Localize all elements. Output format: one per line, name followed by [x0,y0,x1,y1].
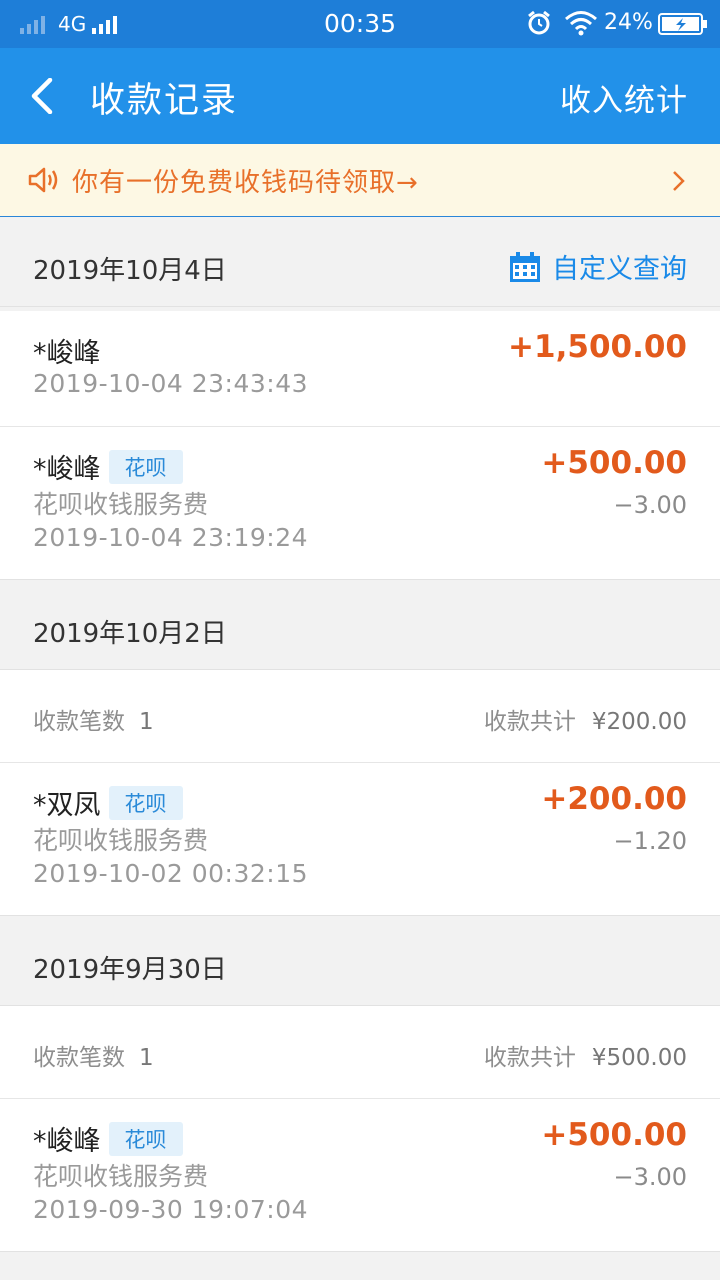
date-label: 2019年10月4日 [33,256,227,286]
payer-name: *峻峰 花呗 [33,447,183,486]
date-header: 2019年9月30日 [0,916,720,1006]
daily-summary: 收款笔数 1 收款共计 ¥200.00 [0,670,720,763]
record-row[interactable]: *峻峰 +1,500.00 2019-10-04 23:43:43 [0,311,720,427]
record-row[interactable]: *双凤 花呗 +200.00 花呗收钱服务费 −1.20 2019-10-02 0… [0,763,720,915]
fee-description: 花呗收钱服务费 [33,490,209,519]
battery-icon [658,13,707,35]
amount: +1,500.00 [508,329,687,365]
wifi-icon [565,11,597,36]
promo-notice-bar[interactable]: 你有一份免费收钱码待领取→ [0,144,720,217]
timestamp: 2019-10-02 00:32:15 [33,859,309,888]
count-summary: 收款笔数 1 [33,709,154,735]
timestamp: 2019-10-04 23:19:24 [33,523,309,552]
record-row[interactable]: *峻峰 花呗 +500.00 花呗收钱服务费 −3.00 2019-10-04 2… [0,427,720,579]
amount: +500.00 [541,1117,687,1153]
count-summary: 收款笔数 1 [33,1045,154,1071]
record-row[interactable]: *峻峰 花呗 +500.00 花呗收钱服务费 −3.00 2019-09-30 1… [0,1099,720,1251]
records-group: 收款笔数 1 收款共计 ¥200.00 *双凤 花呗 +200.00 花呗收钱服务费 … [0,670,720,916]
fee-description: 花呗收钱服务费 [33,1162,209,1191]
date-header: 2019年10月2日 [0,580,720,670]
service-fee: −3.00 [613,491,687,519]
battery-percent: 24% [604,10,653,35]
promo-notice-text: 你有一份免费收钱码待领取→ [72,168,419,198]
custom-query-label: 自定义查询 [552,254,687,285]
service-fee: −3.00 [613,1163,687,1191]
records-group: 收款笔数 1 收款共计 ¥500.00 *峻峰 花呗 +500.00 花呗收钱服务费 … [0,1006,720,1252]
page-title: 收款记录 [90,81,239,121]
records-group: *峻峰 +1,500.00 2019-10-04 23:43:43 *峻峰 花呗 … [0,311,720,580]
custom-query-button[interactable]: 自定义查询 [508,247,687,286]
status-bar: 4G 00:35 24% [0,0,720,48]
huabei-tag: 花呗 [108,786,183,820]
huabei-tag: 花呗 [108,1122,183,1156]
income-statistics-button[interactable]: 收入统计 [560,75,688,120]
speaker-icon [28,167,58,193]
timestamp: 2019-09-30 19:07:04 [33,1195,309,1224]
daily-summary: 收款笔数 1 收款共计 ¥500.00 [0,1006,720,1099]
amount: +200.00 [541,781,687,817]
payer-name: *双凤 花呗 [33,783,183,822]
timestamp: 2019-10-04 23:43:43 [33,369,309,398]
payer-name: *峻峰 花呗 [33,1119,183,1158]
total-summary: 收款共计 ¥200.00 [483,709,687,735]
service-fee: −1.20 [613,827,687,855]
alarm-icon [528,10,550,35]
date-label: 2019年10月2日 [33,619,227,649]
back-arrow-icon[interactable] [28,78,60,114]
date-label: 2019年9月30日 [33,955,227,985]
amount: +500.00 [541,445,687,481]
calendar-icon [510,252,540,282]
navigation-bar: 收款记录 收入统计 [0,48,720,144]
date-header: 2019年10月4日 自定义查询 [0,217,720,307]
fee-description: 花呗收钱服务费 [33,826,209,855]
chevron-right-icon [673,171,685,191]
records-list: 2019年10月4日 自定义查询 *峻峰 +1,500.00 2019-10-0… [0,217,720,1252]
huabei-tag: 花呗 [108,450,183,484]
payer-name: *峻峰 [33,338,101,369]
total-summary: 收款共计 ¥500.00 [483,1045,687,1071]
